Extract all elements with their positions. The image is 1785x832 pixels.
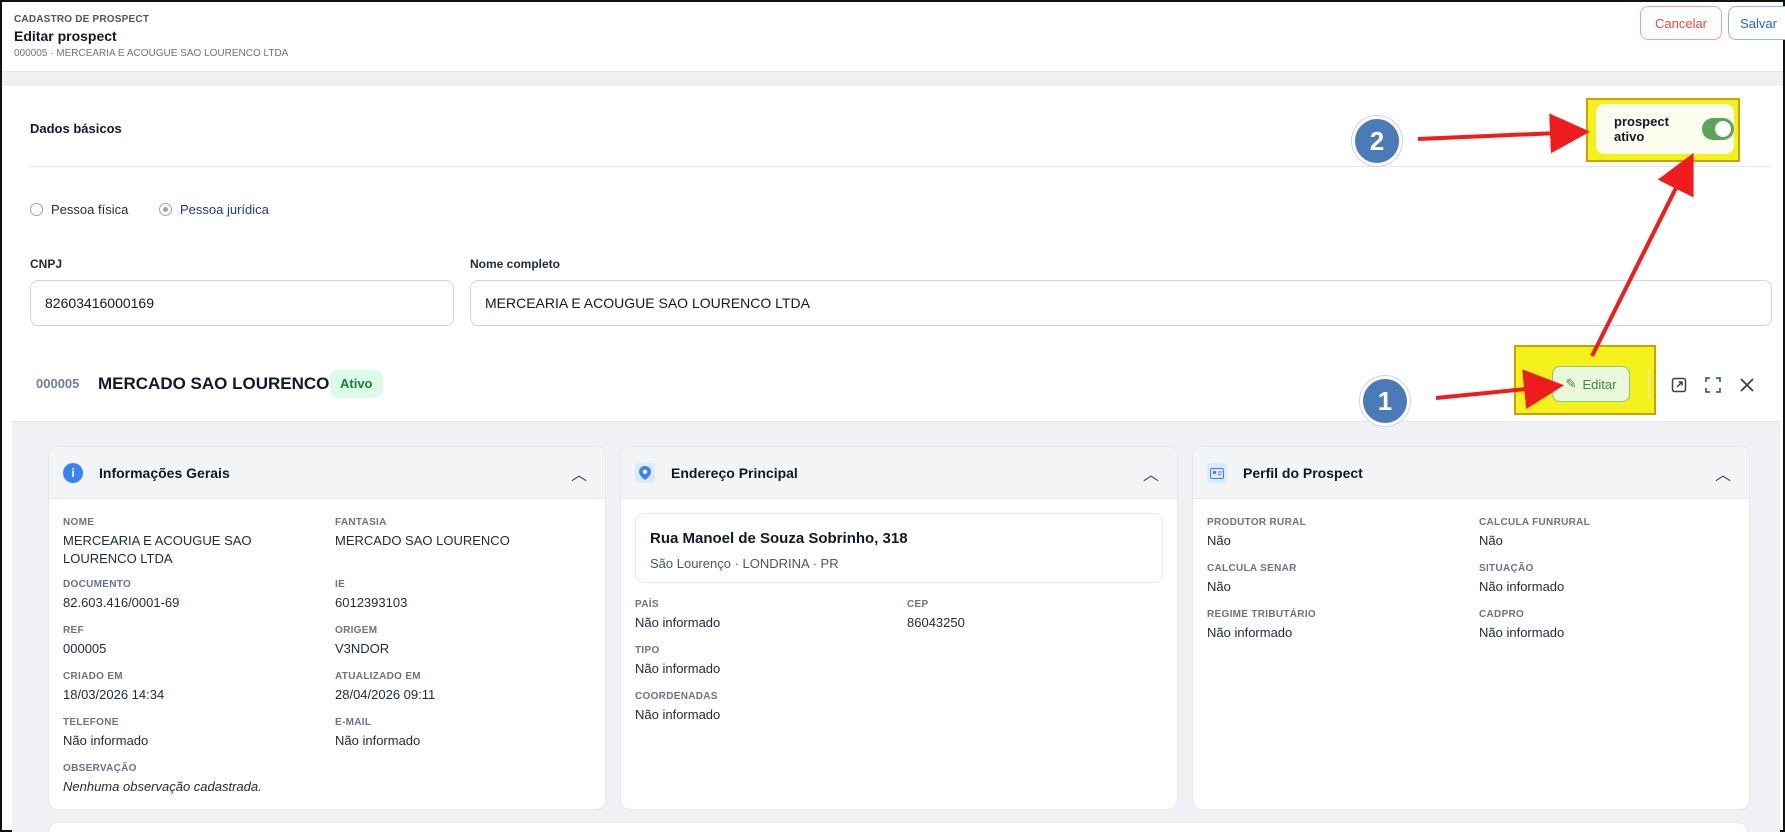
field-produtor-rural: PRODUTOR RURAL Não: [1207, 517, 1307, 548]
radio-circle: [30, 203, 43, 216]
field-regime-tributario: REGIME TRIBUTÁRIO Não informado: [1207, 609, 1316, 640]
radio-pessoa-fisica[interactable]: Pessoa física: [30, 202, 128, 217]
field-cep: CEP 86043250: [907, 599, 965, 630]
field-atualizado-em: ATUALIZADO EM 28/04/2026 09:11: [335, 671, 436, 702]
card-title: Endereço Principal: [671, 465, 798, 481]
card-title: Perfil do Prospect: [1243, 465, 1363, 481]
field-ref: REF 000005: [63, 625, 107, 656]
general-info-card: i Informações Gerais ︿ NOME MERCEARIA E A…: [48, 446, 606, 810]
id-card-icon: [1207, 463, 1227, 483]
section-title: Dados básicos: [30, 121, 122, 136]
card-header[interactable]: Endereço Principal ︿: [621, 447, 1177, 499]
field-fantasia: FANTASIA MERCADO SAO LOURENCO: [335, 517, 510, 548]
field-documento: DOCUMENTO 82.603.416/0001-69: [63, 579, 180, 610]
field-coordenadas: COORDENADAS Não informado: [635, 691, 721, 722]
field-telefone: TELEFONE Não informado: [63, 717, 149, 748]
fullscreen-icon[interactable]: [1702, 374, 1724, 396]
close-icon[interactable]: [1736, 374, 1758, 396]
chevron-up-icon[interactable]: ︿: [571, 461, 587, 485]
radio-label: Pessoa jurídica: [180, 202, 269, 217]
edit-button[interactable]: ✎ Editar: [1552, 366, 1630, 402]
section-divider: [30, 166, 1770, 167]
page-background: [2, 72, 1783, 86]
status-badge: Ativo: [330, 370, 383, 398]
field-ie: IE 6012393103: [335, 579, 408, 610]
field-cadpro: CADPRO Não informado: [1479, 609, 1565, 640]
field-calcula-funrural: CALCULA FUNRURAL Não: [1479, 517, 1591, 548]
chevron-up-icon[interactable]: ︿: [1715, 461, 1731, 485]
edit-icon: ✎: [1565, 376, 1577, 391]
save-button[interactable]: Salvar: [1728, 6, 1785, 40]
chevron-up-icon[interactable]: ︿: [1143, 461, 1159, 485]
edit-label: Editar: [1582, 376, 1617, 392]
next-card-edge: [48, 822, 1748, 832]
radio-circle-selected: [159, 203, 172, 216]
field-criado-em: CRIADO EM 18/03/2026 14:34: [63, 671, 165, 702]
cnpj-field[interactable]: [30, 280, 454, 326]
address-summary: Rua Manoel de Souza Sobrinho, 318 São Lo…: [635, 513, 1163, 583]
drawer-title: MERCADO SAO LOURENCO: [98, 374, 330, 393]
page-subtitle: 000005 · MERCEARIA E ACOUGUE SAO LOURENC…: [14, 48, 289, 59]
field-observacao: OBSERVAÇÃO Nenhuma observação cadastrada.: [63, 763, 262, 794]
card-title: Informações Gerais: [99, 465, 230, 481]
location-pin-icon: [635, 463, 655, 483]
info-icon: i: [63, 463, 83, 483]
radio-label: Pessoa física: [51, 202, 129, 217]
toggle-knob: [1715, 121, 1731, 137]
prospect-profile-card: Perfil do Prospect ︿ PRODUTOR RURAL Não C…: [1192, 446, 1750, 810]
main-address-card: Endereço Principal ︿ Rua Manoel de Souza…: [620, 446, 1178, 810]
expand-icon[interactable]: [1668, 374, 1690, 396]
page-header: CADASTRO DE PROSPECT Editar prospect 000…: [2, 2, 1785, 72]
active-toggle-label: prospect ativo: [1614, 114, 1669, 144]
field-situacao: SITUAÇÃO Não informado: [1479, 563, 1565, 594]
field-email: E-MAIL Não informado: [335, 717, 421, 748]
name-label: Nome completo: [470, 257, 561, 271]
active-toggle-group[interactable]: prospect ativo: [1596, 104, 1734, 154]
step-2-badge: 2: [1352, 116, 1402, 166]
prospect-code: 000005: [36, 376, 80, 391]
cnpj-label: CNPJ: [30, 257, 63, 271]
card-header[interactable]: i Informações Gerais ︿: [49, 447, 605, 499]
radio-pessoa-juridica[interactable]: Pessoa jurídica: [159, 202, 269, 217]
active-toggle-switch[interactable]: [1702, 118, 1734, 140]
page-title: Editar prospect: [14, 28, 117, 44]
step-1-badge: 1: [1360, 376, 1410, 426]
field-tipo: TIPO Não informado: [635, 645, 721, 676]
breadcrumb: CADASTRO DE PROSPECT: [14, 14, 150, 25]
cancel-button[interactable]: Cancelar: [1640, 6, 1722, 40]
full-name-field[interactable]: [470, 280, 1772, 326]
field-nome: NOME MERCEARIA E ACOUGUE SAO LOURENCO LTD…: [63, 517, 252, 566]
header-separator: [1648, 370, 1649, 398]
address-city: São Lourenço · LONDRINA · PR: [650, 556, 839, 571]
field-origem: ORIGEM V3NDOR: [335, 625, 390, 656]
address-street: Rua Manoel de Souza Sobrinho, 318: [650, 530, 908, 547]
field-pais: PAÍS Não informado: [635, 599, 721, 630]
card-header[interactable]: Perfil do Prospect ︿: [1193, 447, 1749, 499]
field-calcula-senar: CALCULA SENAR Não: [1207, 563, 1297, 594]
